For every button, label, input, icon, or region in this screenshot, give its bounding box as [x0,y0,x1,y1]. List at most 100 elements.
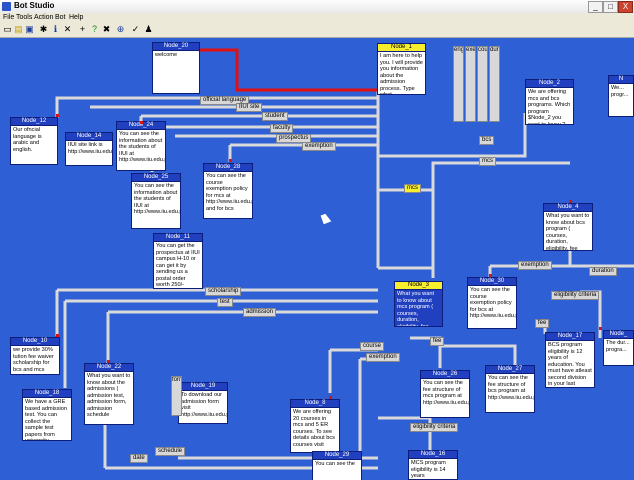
menu-file[interactable]: File [3,13,14,23]
node[interactable]: Node_8 We are offering 20 courses in mcs… [290,399,340,453]
node-title: Node_27 [485,365,535,374]
edge-label[interactable]: fee [430,337,445,346]
node[interactable]: Node_10 we provide 30% tution fee waiver… [10,337,60,375]
title-bar: Bot Studio _ □ X [0,0,634,14]
connection-marker [569,200,572,203]
vertical-edge-label[interactable]: form [171,376,182,416]
edge-label[interactable]: mcs [404,184,421,193]
connection-marker [229,159,232,162]
node-text: we provide 30% tution fee waiver scholar… [10,346,60,375]
edge-label[interactable]: admission [243,308,277,317]
edge-label[interactable]: exemption [518,261,552,270]
node-title: Node_28 [203,163,253,172]
node-title: Node_18 [22,389,72,398]
edge-label[interactable]: fee [535,319,550,328]
new-icon[interactable]: ▭ [2,24,13,35]
menu-action[interactable]: Action [34,13,53,23]
remove-icon[interactable]: ✖ [101,24,112,35]
node[interactable]: Node_30 You can see the course exemption… [467,277,517,329]
node[interactable]: Node_18 We have a GRE based admission te… [22,389,72,441]
node-title: Node_4 [543,203,593,212]
save-icon[interactable]: ▣ [24,24,35,35]
vertical-edge-label[interactable]: course [477,46,488,122]
connection-marker [56,114,59,117]
node[interactable]: Node_3 What you want to know about mcs p… [394,281,443,327]
edge-label[interactable]: eligibility criteria [410,423,459,432]
node[interactable]: Node_19 To download our admission form v… [178,382,228,424]
node[interactable]: Node_26 You can see the fee structure of… [420,370,470,418]
node-title: Node_25 [131,173,181,182]
edge-label[interactable]: scholarship [205,287,242,296]
edge-label[interactable]: faculty [270,124,294,133]
node-title: Node_8 [290,399,340,408]
node-title: Node_ [603,330,634,339]
connection-marker [489,274,492,277]
edge-label[interactable]: test [217,298,233,307]
edge-label[interactable]: exemption [366,353,400,362]
menu-bot[interactable]: Bot [55,13,66,23]
node[interactable]: Node_20 welcome [152,42,200,94]
node[interactable]: Node_27 You can see the fee structure of… [485,365,535,413]
add-node-icon[interactable]: ⊕ [115,24,126,35]
edge-label[interactable]: student [262,112,288,121]
node[interactable]: N We... progr... [608,75,634,117]
node[interactable]: Node_28 You can see the course exemption… [203,163,253,219]
node-text: BCS program eligibility is 12 years of e… [545,341,595,388]
graph-canvas[interactable]: Node_20 welcome Node_1 I am here to help… [0,38,634,480]
node[interactable]: Node_ The dur... progra... [603,330,634,366]
vertical-edge-label[interactable]: english [453,46,464,122]
add-icon[interactable]: + [77,24,88,35]
edge-label[interactable]: schedule [155,447,186,456]
node[interactable]: Node_16 MCS program eligibility is 14 ye… [408,450,458,480]
user-icon[interactable]: ♟ [143,24,154,35]
connection-marker [599,327,602,330]
edge-label[interactable]: IIUI site [236,103,263,112]
info-icon[interactable]: ℹ [50,24,61,35]
edge-label[interactable]: duration [589,267,617,276]
menu-help[interactable]: Help [69,13,83,23]
node[interactable]: Node_4 What you want to know about bcs p… [543,203,593,251]
check-icon[interactable]: ✓ [130,24,141,35]
node-text: I am here to help you. I will provide yo… [377,52,426,95]
edge-label[interactable]: bcs [479,136,495,145]
node[interactable]: Node_1 I am here to help you. I will pro… [377,43,426,95]
close-button[interactable]: X [618,1,633,13]
edge-label[interactable]: date [130,454,148,463]
node-text: Our ofncial language is arabic and engli… [10,126,58,165]
node-text: We are offering mcs and bcs programs. Wh… [525,88,574,125]
node[interactable]: Node_29 You can see the [312,451,362,480]
vertical-edge-label[interactable]: exemption [465,46,476,122]
node[interactable]: Node_12 Our ofncial language is arabic a… [10,117,58,165]
maximize-button[interactable]: □ [603,1,618,13]
node-text: You can see the fee structure of mcs pro… [420,379,470,418]
node[interactable]: Node_25 You can see the information abou… [131,173,181,229]
node-title: Node_2 [525,79,574,88]
node-title: Node_12 [10,117,58,126]
edge-label[interactable]: exemption [302,142,336,151]
node-text: The dur... progra... [603,339,634,366]
node-text: You can see the [312,460,362,480]
help-icon[interactable]: ? [89,24,100,35]
vertical-edge-label[interactable]: duration [489,46,500,122]
node-title: Node_20 [152,42,200,51]
node[interactable]: Node_2 We are offering mcs and bcs progr… [525,79,574,125]
node[interactable]: Node_11 You can get the prospectus at II… [153,233,203,289]
delete-icon[interactable]: ✕ [62,24,73,35]
edge-label[interactable]: eligibility criteria [551,291,600,300]
settings-icon[interactable]: ✱ [38,24,49,35]
node[interactable]: Node_14 IIUI site link is http://www.iiu… [65,132,113,166]
node-text: We are offering 20 courses in mcs and 5 … [290,408,340,453]
node[interactable]: Node_22 What you want to know about the … [84,363,134,425]
connection-marker [140,121,143,124]
minimize-button[interactable]: _ [588,1,603,13]
edge-label[interactable]: course [360,342,385,351]
menu-bar: File Tools Action Bot Help [0,13,634,23]
node[interactable]: Node_17 BCS program eligibility is 12 ye… [545,332,595,388]
node-text: What you want to know about mcs program … [394,290,443,327]
open-icon[interactable]: ▤ [13,24,24,35]
edge-label[interactable]: mcs [479,157,496,166]
node[interactable]: Node_24 You can see the information abou… [116,121,166,171]
node-text: welcome [152,51,200,94]
node-title: Node_19 [178,382,228,391]
menu-tools[interactable]: Tools [16,13,32,23]
